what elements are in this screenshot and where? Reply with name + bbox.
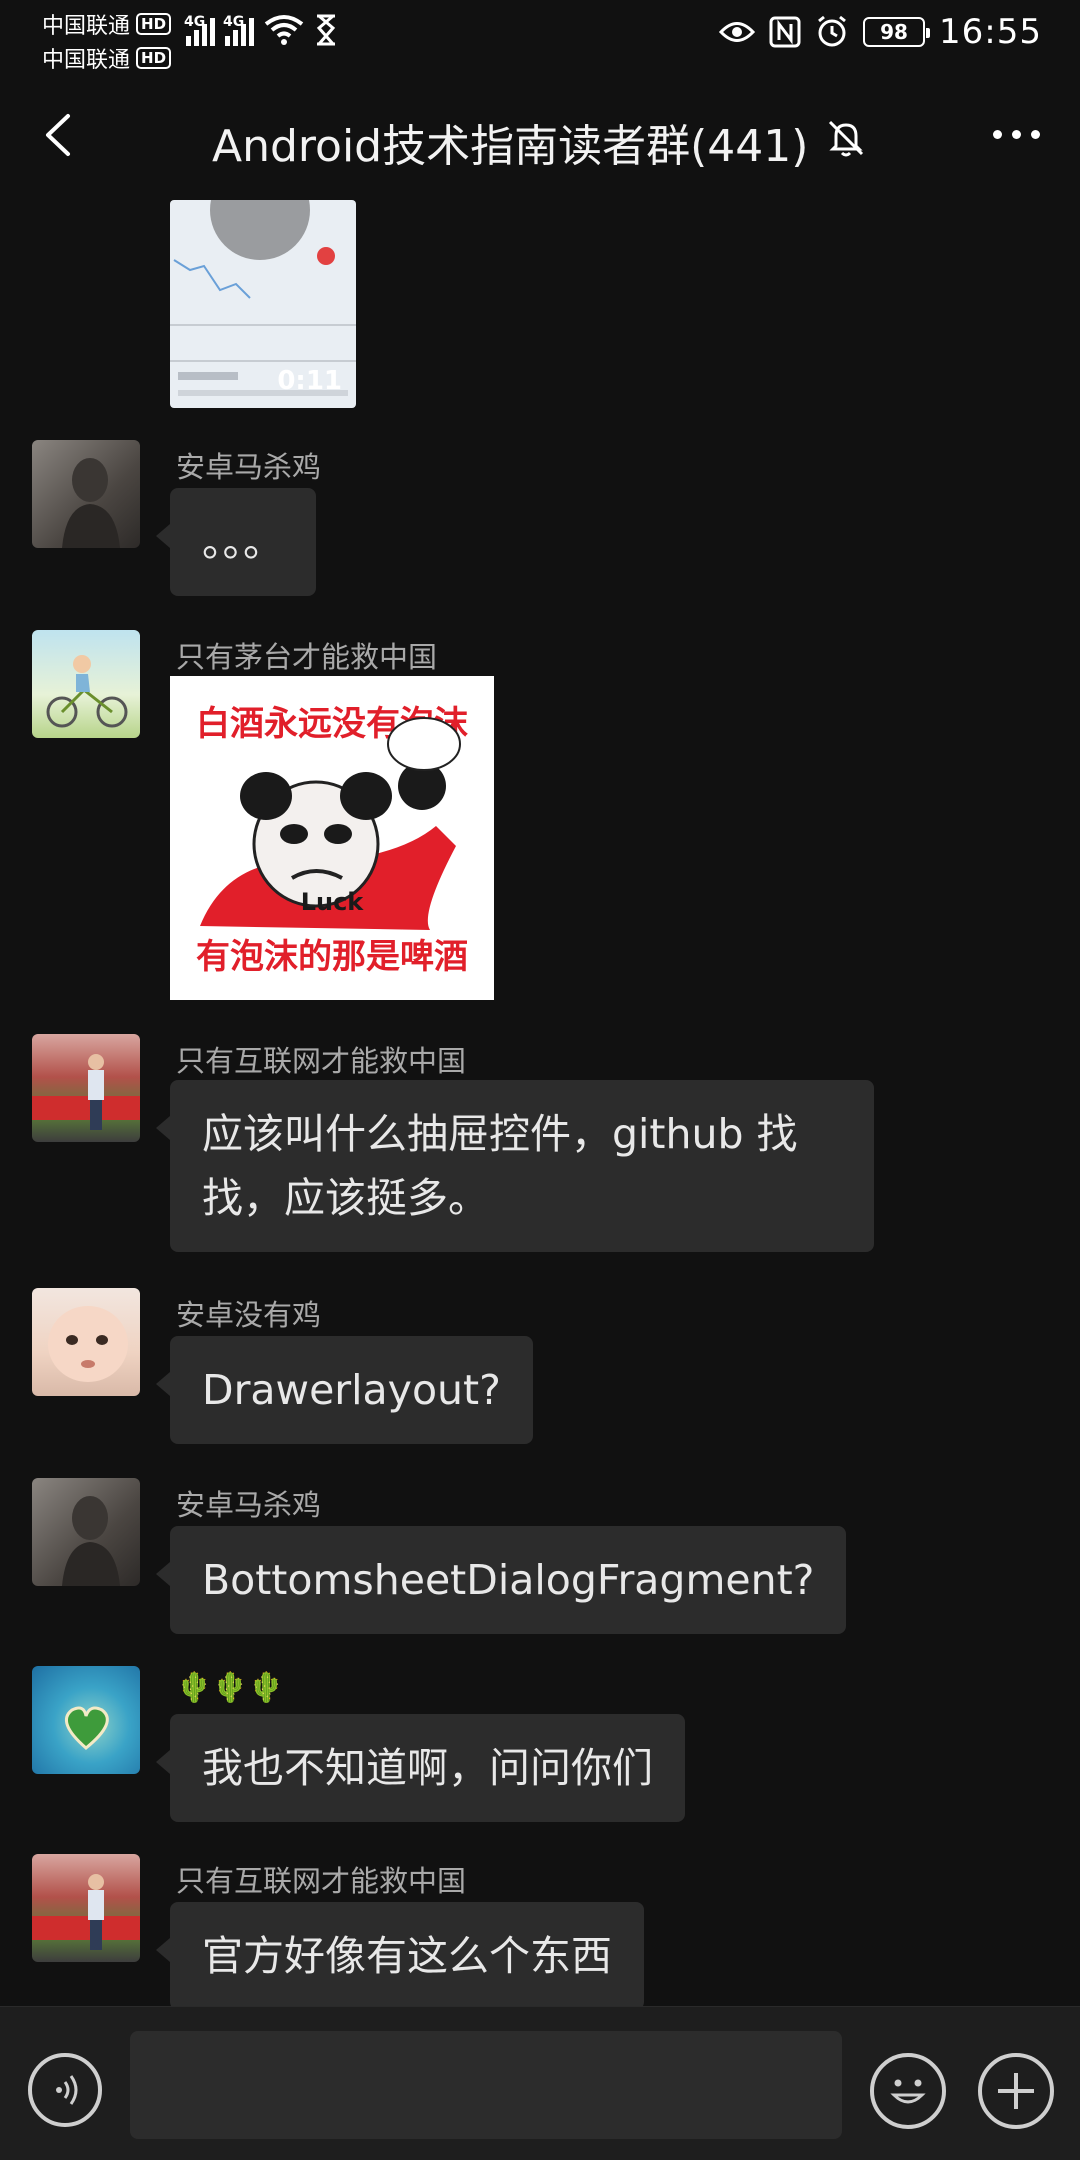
- sticker-bottom-text: 有泡沫的那是啤酒: [196, 937, 468, 977]
- message-bubble[interactable]: 官方好像有这么个东西: [156, 1902, 644, 2006]
- back-arrow-icon[interactable]: [36, 110, 86, 160]
- sender-name: 安卓马杀鸡: [176, 450, 322, 484]
- avatar-image: [62, 1496, 120, 1586]
- avatar[interactable]: [32, 1478, 140, 1586]
- avatar-image: [32, 1054, 140, 1130]
- hd-badge: HD: [136, 47, 172, 69]
- page-title: Android技术指南读者群(441): [212, 121, 809, 172]
- avatar[interactable]: [32, 440, 140, 548]
- avatar[interactable]: [32, 1288, 140, 1396]
- message-line-2: 找，应该挺多。: [202, 1174, 489, 1222]
- hd-badge: HD: [136, 13, 172, 35]
- message-bubble[interactable]: BottomsheetDialogFragment?: [155, 1526, 847, 1634]
- bell-off-icon: [828, 120, 864, 157]
- chat-header: Android技术指南读者群(441): [0, 70, 1080, 200]
- emoji-glyph: [890, 2079, 926, 2104]
- sender-name: 只有茅台才能救中国: [176, 640, 438, 674]
- message-input[interactable]: [130, 2031, 842, 2139]
- message-list[interactable]: 0:11 安卓马杀鸡 。。。 只有茅台才能救中国 白酒永远没有泡沫 Luck 有…: [0, 200, 1080, 2006]
- sender-name: 只有互联网才能救中国: [176, 1044, 467, 1078]
- nfc-icon: [769, 16, 801, 48]
- status-bar: 中国联通 HD 中国联通 HD 4G 4G 98 16:55: [0, 0, 1080, 73]
- sender-name: 安卓没有鸡: [176, 1298, 322, 1332]
- message-bubble[interactable]: 我也不知道啊，问问你们: [156, 1714, 685, 1822]
- sender-name: 安卓马杀鸡: [176, 1488, 322, 1522]
- wifi-icon: [264, 15, 304, 45]
- sticker-image[interactable]: 白酒永远没有泡沫 Luck 有泡沫的那是啤酒: [170, 676, 494, 1000]
- signal-2-icon: 4G: [223, 14, 254, 46]
- video-duration: 0:11: [277, 366, 342, 396]
- alarm-icon: [818, 15, 846, 47]
- clock: 16:55: [939, 12, 1042, 52]
- carrier-1: 中国联通 HD: [42, 8, 172, 40]
- plus-icon[interactable]: [978, 2053, 1054, 2129]
- message-bubble[interactable]: 。。。: [156, 488, 316, 596]
- avatar-image: [46, 655, 128, 728]
- sender-name: 只有互联网才能救中国: [176, 1864, 467, 1898]
- avatar[interactable]: [32, 1854, 140, 1962]
- input-bar: [0, 2006, 1080, 2160]
- battery-level: 98: [880, 20, 908, 44]
- battery-indicator: 98: [863, 17, 931, 47]
- message-line-1: 应该叫什么抽屉控件，github 找: [202, 1110, 798, 1158]
- message-bubble[interactable]: Drawerlayout?: [156, 1336, 533, 1444]
- network-2-label: 4G: [223, 14, 245, 30]
- more-icon[interactable]: [993, 130, 1040, 139]
- hourglass-icon: [316, 14, 336, 46]
- voice-glyph: [56, 2075, 78, 2105]
- avatar[interactable]: [32, 630, 140, 738]
- signal-1-icon: 4G: [184, 14, 215, 46]
- sender-name: 🌵🌵🌵: [176, 1670, 285, 1704]
- status-right: 98 16:55: [719, 12, 1042, 52]
- avatar[interactable]: [32, 1666, 140, 1774]
- avatar-image: [62, 458, 120, 548]
- avatar-image: [48, 1306, 128, 1382]
- avatar-image: [32, 1874, 140, 1950]
- avatar-image: [64, 1706, 109, 1750]
- signal-group: 4G 4G: [184, 14, 338, 46]
- network-1-label: 4G: [184, 14, 206, 30]
- video-thumbnail[interactable]: 0:11: [170, 200, 356, 408]
- carrier-1-label: 中国联通: [42, 14, 131, 39]
- message-video: 0:11: [0, 200, 1080, 408]
- eye-icon: [719, 22, 756, 42]
- plus-glyph: [998, 2073, 1034, 2109]
- emoji-icon[interactable]: [870, 2053, 946, 2129]
- voice-icon[interactable]: [28, 2053, 102, 2127]
- message-bubble[interactable]: 应该叫什么抽屉控件，github 找 找，应该挺多。: [156, 1080, 874, 1252]
- sticker-mid-text: Luck: [300, 888, 364, 916]
- avatar[interactable]: [32, 1034, 140, 1142]
